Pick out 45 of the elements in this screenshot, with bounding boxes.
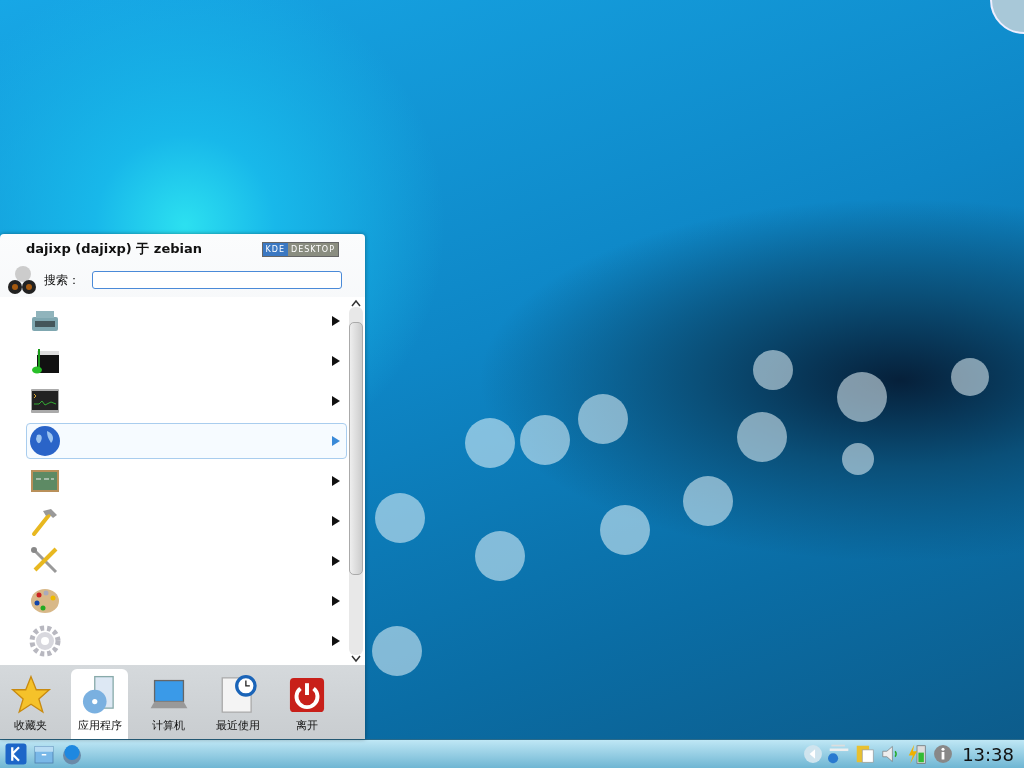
kde-logo-icon	[4, 742, 28, 766]
clock: 13:38	[961, 743, 1015, 765]
bokeh-light	[753, 350, 793, 390]
launcher-tab[interactable]: 离开	[278, 669, 335, 739]
network-globe-icon	[828, 743, 851, 765]
search-label: 搜索：	[44, 271, 80, 289]
kde-desktop-logo: KDE DESKTOP	[261, 241, 339, 257]
bokeh-light	[578, 394, 628, 444]
bokeh-light	[837, 372, 887, 422]
submenu-arrow-icon	[332, 556, 340, 566]
bokeh-light	[600, 505, 650, 555]
gear-icon	[29, 625, 61, 657]
clipboard-icon	[854, 743, 877, 765]
launcher-tab[interactable]: 收藏夹	[2, 669, 59, 739]
bokeh-light	[372, 626, 422, 676]
battery-icon	[906, 743, 929, 765]
scroll-up-icon[interactable]	[351, 299, 361, 307]
bokeh-light	[737, 412, 787, 462]
bokeh-light	[951, 358, 989, 396]
submenu-arrow-icon	[332, 316, 340, 326]
launcher-tab[interactable]: 应用程序	[71, 669, 128, 739]
info-icon	[932, 743, 955, 765]
bokeh-light	[375, 493, 425, 543]
scrollbar-track[interactable]	[349, 307, 363, 655]
bokeh-light	[683, 476, 733, 526]
submenu-arrow-icon	[332, 636, 340, 646]
submenu-arrow-icon	[332, 436, 340, 446]
scrollbar-thumb[interactable]	[349, 322, 363, 575]
submenu-arrow-icon	[332, 356, 340, 366]
star-icon	[9, 674, 52, 716]
launcher-tab[interactable]: 计算机	[140, 669, 197, 739]
bokeh-light	[842, 443, 874, 475]
submenu-arrow-icon	[332, 396, 340, 406]
scroll-down-icon[interactable]	[351, 655, 361, 663]
search-field[interactable]	[92, 271, 342, 289]
bokeh-light	[465, 418, 515, 468]
submenu-arrow-icon	[332, 516, 340, 526]
submenu-arrow-icon	[332, 596, 340, 606]
launcher-tab[interactable]: 最近使用	[209, 669, 266, 739]
submenu-arrow-icon	[332, 476, 340, 486]
globe-icon	[29, 425, 61, 457]
bokeh-light	[520, 415, 570, 465]
bokeh-light	[475, 531, 525, 581]
user-host-title: dajixp (dajixp) 于 zebian	[26, 240, 202, 258]
binoculars-gear-icon	[6, 264, 38, 296]
